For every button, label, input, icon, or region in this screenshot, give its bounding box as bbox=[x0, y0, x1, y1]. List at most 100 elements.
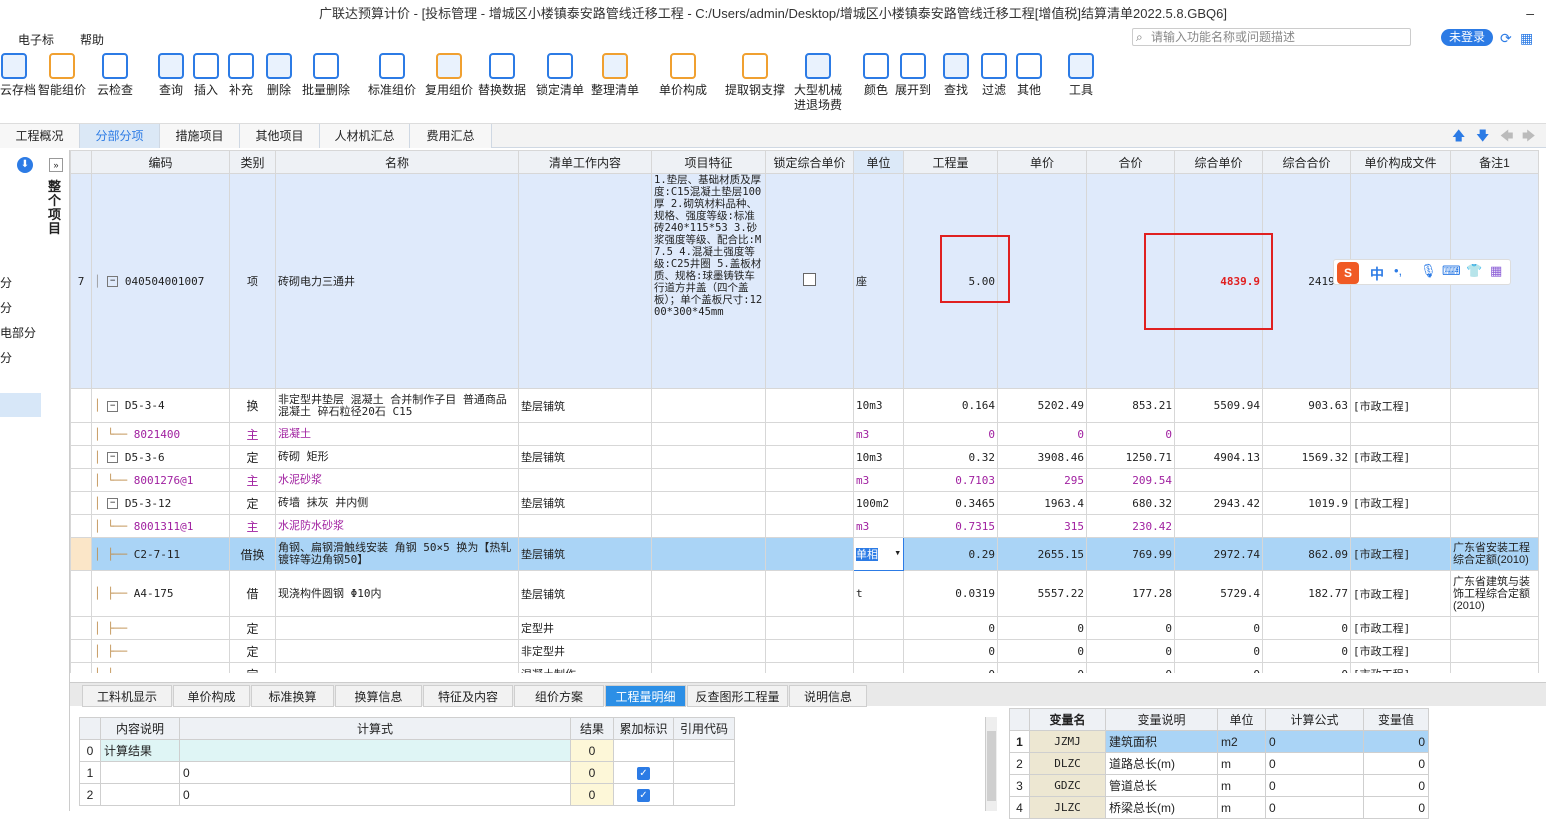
type-cell[interactable]: 主 bbox=[229, 422, 276, 446]
code-cell[interactable]: │ − D5-3-12 bbox=[91, 491, 230, 515]
desc-cell[interactable]: 计算结果 bbox=[100, 739, 180, 762]
quota-row[interactable]: │ └── 8001311@1 主水泥防水砂浆 m3 0.7315 315 230.42 bbox=[70, 514, 1539, 538]
work-content-cell[interactable] bbox=[518, 514, 652, 538]
column-header[interactable]: 类别 bbox=[229, 150, 276, 174]
insert-button[interactable]: 插入 bbox=[191, 53, 221, 98]
price-cell[interactable] bbox=[997, 173, 1087, 389]
qty-cell[interactable]: 0.29 bbox=[903, 537, 998, 571]
type-cell[interactable]: 换 bbox=[229, 388, 276, 423]
supplement-button[interactable]: 补充 bbox=[227, 53, 255, 98]
var-value-cell[interactable]: 0 bbox=[1363, 796, 1429, 819]
price-file-cell[interactable]: [市政工程] bbox=[1350, 537, 1451, 571]
function-search-input[interactable]: ⌕ 请输入功能名称或问题描述 bbox=[1132, 28, 1411, 46]
tab-cost-summary[interactable]: 费用汇总 bbox=[410, 124, 492, 148]
scrollbar-thumb[interactable] bbox=[987, 731, 996, 801]
column-header[interactable]: 锁定综合单价 bbox=[765, 150, 854, 174]
var-unit-cell[interactable]: m bbox=[1217, 752, 1266, 775]
name-cell[interactable] bbox=[275, 616, 519, 640]
vertical-scrollbar[interactable] bbox=[985, 717, 997, 811]
var-formula-cell[interactable]: 0 bbox=[1265, 730, 1364, 753]
bill-item-row[interactable]: 7 │ − 040504001007 项砖砌电力三通井 1.垫层、基础材质及厚度:C1… bbox=[70, 173, 1539, 389]
var-name-cell[interactable]: GDZC bbox=[1029, 774, 1106, 797]
column-header[interactable]: 项目特征 bbox=[651, 150, 766, 174]
qty-cell[interactable]: 0.7103 bbox=[903, 468, 998, 492]
column-header[interactable]: 内容说明 bbox=[100, 717, 180, 740]
qty-cell[interactable]: 0.7315 bbox=[903, 514, 998, 538]
price-cell[interactable]: 5557.22 bbox=[997, 570, 1087, 617]
reuse-pricing-button[interactable]: 复用组价 bbox=[424, 53, 474, 98]
standard-pricing-button[interactable]: 标准组价 bbox=[367, 53, 417, 98]
apps-icon[interactable]: ▦ bbox=[1520, 30, 1533, 47]
unit-cell[interactable]: m3 bbox=[853, 422, 904, 446]
cloud-check-button[interactable]: 云检查 bbox=[97, 53, 133, 98]
price-file-cell[interactable] bbox=[1350, 422, 1451, 446]
tab-conversion-info[interactable]: 换算信息 bbox=[335, 685, 422, 707]
column-header[interactable]: 综合合价 bbox=[1262, 150, 1351, 174]
var-name-cell[interactable]: JZMJ bbox=[1029, 730, 1106, 753]
formula-cell[interactable]: 0 bbox=[179, 783, 571, 806]
code-cell[interactable]: │ ├── bbox=[91, 639, 230, 663]
features-cell[interactable] bbox=[651, 422, 766, 446]
name-cell[interactable]: 现浇构件圆钢 Φ10内 bbox=[275, 570, 519, 617]
features-cell[interactable] bbox=[651, 639, 766, 663]
batch-delete-button[interactable]: 批量删除 bbox=[300, 53, 352, 98]
qty-cell[interactable]: 0.0319 bbox=[903, 570, 998, 617]
lock-price-cell[interactable] bbox=[765, 422, 854, 446]
name-cell[interactable]: 砖砌 矩形 bbox=[275, 445, 519, 469]
note-cell[interactable]: 广东省建筑与装饰工程综合定额(2010) bbox=[1450, 570, 1539, 617]
column-header[interactable]: 变量说明 bbox=[1105, 708, 1218, 731]
code-cell[interactable]: │ └── 8001311@1 bbox=[91, 514, 230, 538]
ctotal-cell[interactable]: 0 bbox=[1262, 662, 1351, 673]
cprice-cell[interactable]: 2943.42 bbox=[1174, 491, 1263, 515]
work-content-cell[interactable]: 垫层铺筑 bbox=[518, 388, 652, 423]
note-cell[interactable] bbox=[1450, 445, 1539, 469]
quota-row[interactable]: │ − D5-3-4 换非定型井垫层 混凝土 合并制作子目 普通商品混凝土 碎石粒… bbox=[70, 388, 1539, 423]
lock-bill-button[interactable]: 锁定清单 bbox=[535, 53, 585, 98]
variable-row[interactable]: 4 JLZC 桥梁总长(m) m 0 0 bbox=[1009, 796, 1429, 819]
price-file-cell[interactable]: [市政工程] bbox=[1350, 616, 1451, 640]
tree-item[interactable]: 电部分 bbox=[0, 324, 36, 341]
collapse-node-icon[interactable]: − bbox=[107, 498, 119, 509]
tab-labor-material[interactable]: 工料机显示 bbox=[82, 685, 172, 707]
tab-unit-price-composition[interactable]: 单价构成 bbox=[173, 685, 250, 707]
cprice-cell[interactable]: 5509.94 bbox=[1174, 388, 1263, 423]
collapse-node-icon[interactable]: − bbox=[107, 400, 119, 412]
cprice-cell[interactable]: 0 bbox=[1174, 616, 1263, 640]
tab-description-info[interactable]: 说明信息 bbox=[789, 685, 867, 707]
price-cell[interactable]: 2655.15 bbox=[997, 537, 1087, 571]
note-cell[interactable] bbox=[1450, 388, 1539, 423]
price-cell[interactable]: 3908.46 bbox=[997, 445, 1087, 469]
replace-data-button[interactable]: 替换数据 bbox=[477, 53, 527, 98]
work-content-cell[interactable]: 定型井 bbox=[518, 616, 652, 640]
lock-price-checkbox[interactable] bbox=[803, 273, 816, 286]
code-cell[interactable]: │ − D5-3-6 bbox=[91, 445, 230, 469]
total-cell[interactable]: 209.54 bbox=[1086, 468, 1175, 492]
code-cell[interactable]: │ ├── bbox=[91, 662, 230, 673]
refresh-icon[interactable]: ⟳ bbox=[1500, 30, 1512, 47]
column-header[interactable]: 变量值 bbox=[1363, 708, 1429, 731]
column-header[interactable]: 名称 bbox=[275, 150, 519, 174]
move-down-icon[interactable]: 🡇 bbox=[1476, 127, 1489, 149]
tab-other-items[interactable]: 其他项目 bbox=[240, 124, 320, 148]
var-name-cell[interactable]: JLZC bbox=[1029, 796, 1106, 819]
type-cell[interactable]: 借换 bbox=[229, 537, 276, 571]
var-desc-cell[interactable]: 建筑面积 bbox=[1105, 730, 1218, 753]
note-cell[interactable] bbox=[1450, 662, 1539, 673]
code-cell[interactable]: │ ├── bbox=[91, 616, 230, 640]
lock-price-cell[interactable] bbox=[765, 468, 854, 492]
ctotal-cell[interactable] bbox=[1262, 422, 1351, 446]
total-cell[interactable]: 1250.71 bbox=[1086, 445, 1175, 469]
quota-row[interactable]: │ ├── A4-175 借现浇构件圆钢 Φ10内 垫层铺筑 t 0.0319 5557.… bbox=[70, 570, 1539, 617]
cprice-cell[interactable]: 0 bbox=[1174, 662, 1263, 673]
lock-price-cell[interactable] bbox=[765, 537, 854, 571]
work-content-cell[interactable]: 垫层铺筑 bbox=[518, 570, 652, 617]
microphone-icon[interactable]: 🎙 bbox=[1420, 263, 1437, 279]
unit-cell[interactable] bbox=[853, 662, 904, 673]
cloud-save-button[interactable]: 云存档 bbox=[0, 53, 36, 98]
tab-reverse-graphic-quantity[interactable]: 反查图形工程量 bbox=[687, 685, 788, 707]
total-cell[interactable]: 177.28 bbox=[1086, 570, 1175, 617]
price-file-cell[interactable]: [市政工程] bbox=[1350, 388, 1451, 423]
features-cell[interactable] bbox=[651, 537, 766, 571]
unit-cell[interactable] bbox=[853, 616, 904, 640]
work-content-cell[interactable] bbox=[518, 422, 652, 446]
